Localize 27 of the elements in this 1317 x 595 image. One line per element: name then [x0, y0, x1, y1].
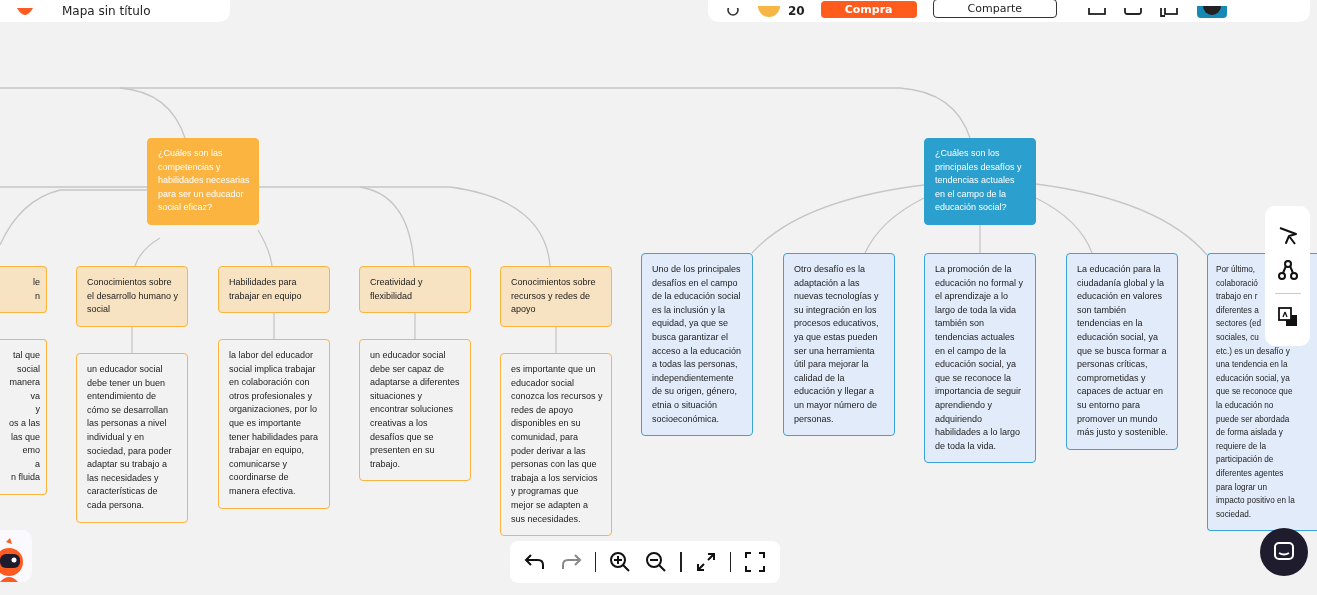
translate-icon[interactable] [1276, 305, 1299, 328]
chat-icon [1273, 541, 1295, 563]
map-title[interactable]: Mapa sin título [62, 4, 151, 18]
fullscreen-icon[interactable] [743, 550, 768, 574]
detail-node[interactable]: Otro desafío es la adaptación a las nuevas tecnologías y su integración en los procesos educativos, ya que estas pueden ser una herramienta útil para mejorar la calidad de la educación y llegar a un mayor número de personas. [783, 253, 895, 437]
subtopic-node[interactable]: Conocimientos sobre el desarrollo humano y social [76, 266, 188, 327]
detail-node[interactable]: un educador social debe tener un buen entendimiento de cómo se desarrollan las personas a nivel individual y en sociedad, para poder adaptar su trabajo a las necesidades y características de cada persona. [76, 353, 188, 523]
credit-count: 20 [788, 4, 805, 18]
assistant-button[interactable] [0, 530, 32, 582]
coin-icon [758, 6, 780, 18]
branch-icon[interactable] [1276, 258, 1299, 281]
detail-node[interactable]: La promoción de la educación no formal y el aprendizaje a lo largo de toda la vida también son tendencias actuales en el campo de la educación social, ya que se reconoce la importancia de seguir aprendiendo y adquiriendo habilidades a lo largo de toda la vida. [924, 253, 1036, 464]
detail-node[interactable]: Uno de los principales desafíos en el campo de la educación social es la inclusión y la equidad, ya que se busca garantizar el acceso a la educación a todas las personas, independientemente de su origen, género, etnia o situación socioeconómica. [641, 253, 753, 437]
subtopic-node[interactable]: le n [0, 266, 47, 314]
share-button[interactable]: Comparte [932, 0, 1057, 18]
chat-button[interactable] [1260, 528, 1308, 576]
detail-node[interactable]: tal que social manera va y os a las las que emo a n fluida [0, 339, 47, 495]
detail-node[interactable]: un educador social debe ser capaz de adaptarse a diferentes situaciones y encontrar soluciones creativas a los desafíos que se presenten en su trabajo. [359, 339, 471, 482]
subtopic-node[interactable]: Habilidades para trabajar en equipo [218, 266, 330, 314]
detail-node[interactable]: la labor del educador social implica trabajar en colaboración con otros profesionales y organizaciones, por lo que es importante tener habilidades para trabajar en equipo, comunicarse y coordinarse de manera efectiva. [218, 339, 330, 509]
subtopic-node[interactable]: Conocimientos sobre recursos y redes de apoyo [500, 266, 612, 327]
logo-icon [16, 8, 34, 18]
detail-node[interactable]: La educación para la ciudadanía global y la educación en valores son también tendencias en la educación social, ya que se busca formar a personas críticas, comprometidas y capaces de actuar en su entorno para promover un mundo más justo y sostenible. [1066, 253, 1178, 450]
subtopic-node[interactable]: Creatividad y flexibilidad [359, 266, 471, 314]
detail-node[interactable]: es importante que un educador social conozca los recursos y redes de apoyo disponibles en su comunidad, para poder derivar a las personas con las que trabaja a los servicios y programas que mejor se adapten a sus necesidades. [500, 353, 612, 537]
avatar-icon[interactable] [1197, 6, 1227, 18]
robot-icon [0, 538, 26, 582]
